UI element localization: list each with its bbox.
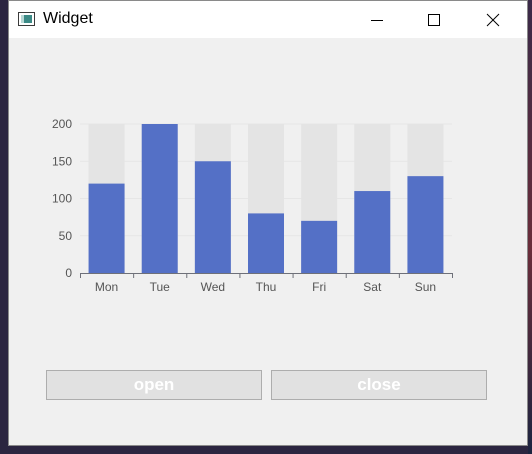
close-button[interactable]: close — [271, 370, 487, 400]
x-tick-label: Wed — [201, 280, 225, 294]
y-tick-label: 50 — [59, 229, 73, 243]
bar — [194, 161, 231, 273]
y-tick-label: 0 — [65, 266, 72, 280]
x-tick-label: Fri — [312, 280, 326, 294]
bar — [248, 213, 284, 273]
bar — [354, 191, 391, 273]
bar — [88, 183, 125, 273]
desktop-background — [528, 0, 532, 454]
y-tick-label: 100 — [52, 192, 72, 206]
bar — [141, 124, 178, 273]
x-tick-label: Mon — [95, 280, 118, 294]
x-tick-label: Tue — [150, 280, 171, 294]
widget-window: Widget Mon Tue Wed Thu Fri Sat Sun 0 50 100 150 200… — [8, 0, 528, 446]
x-tick-label: Sat — [363, 280, 382, 294]
open-button[interactable]: open — [46, 370, 262, 400]
x-tick-label: Sun — [415, 280, 436, 294]
x-tick-label: Thu — [256, 280, 277, 294]
y-tick-label: 150 — [52, 154, 72, 168]
bar — [407, 176, 444, 273]
y-tick-label: 200 — [52, 117, 72, 131]
bar — [301, 220, 338, 273]
